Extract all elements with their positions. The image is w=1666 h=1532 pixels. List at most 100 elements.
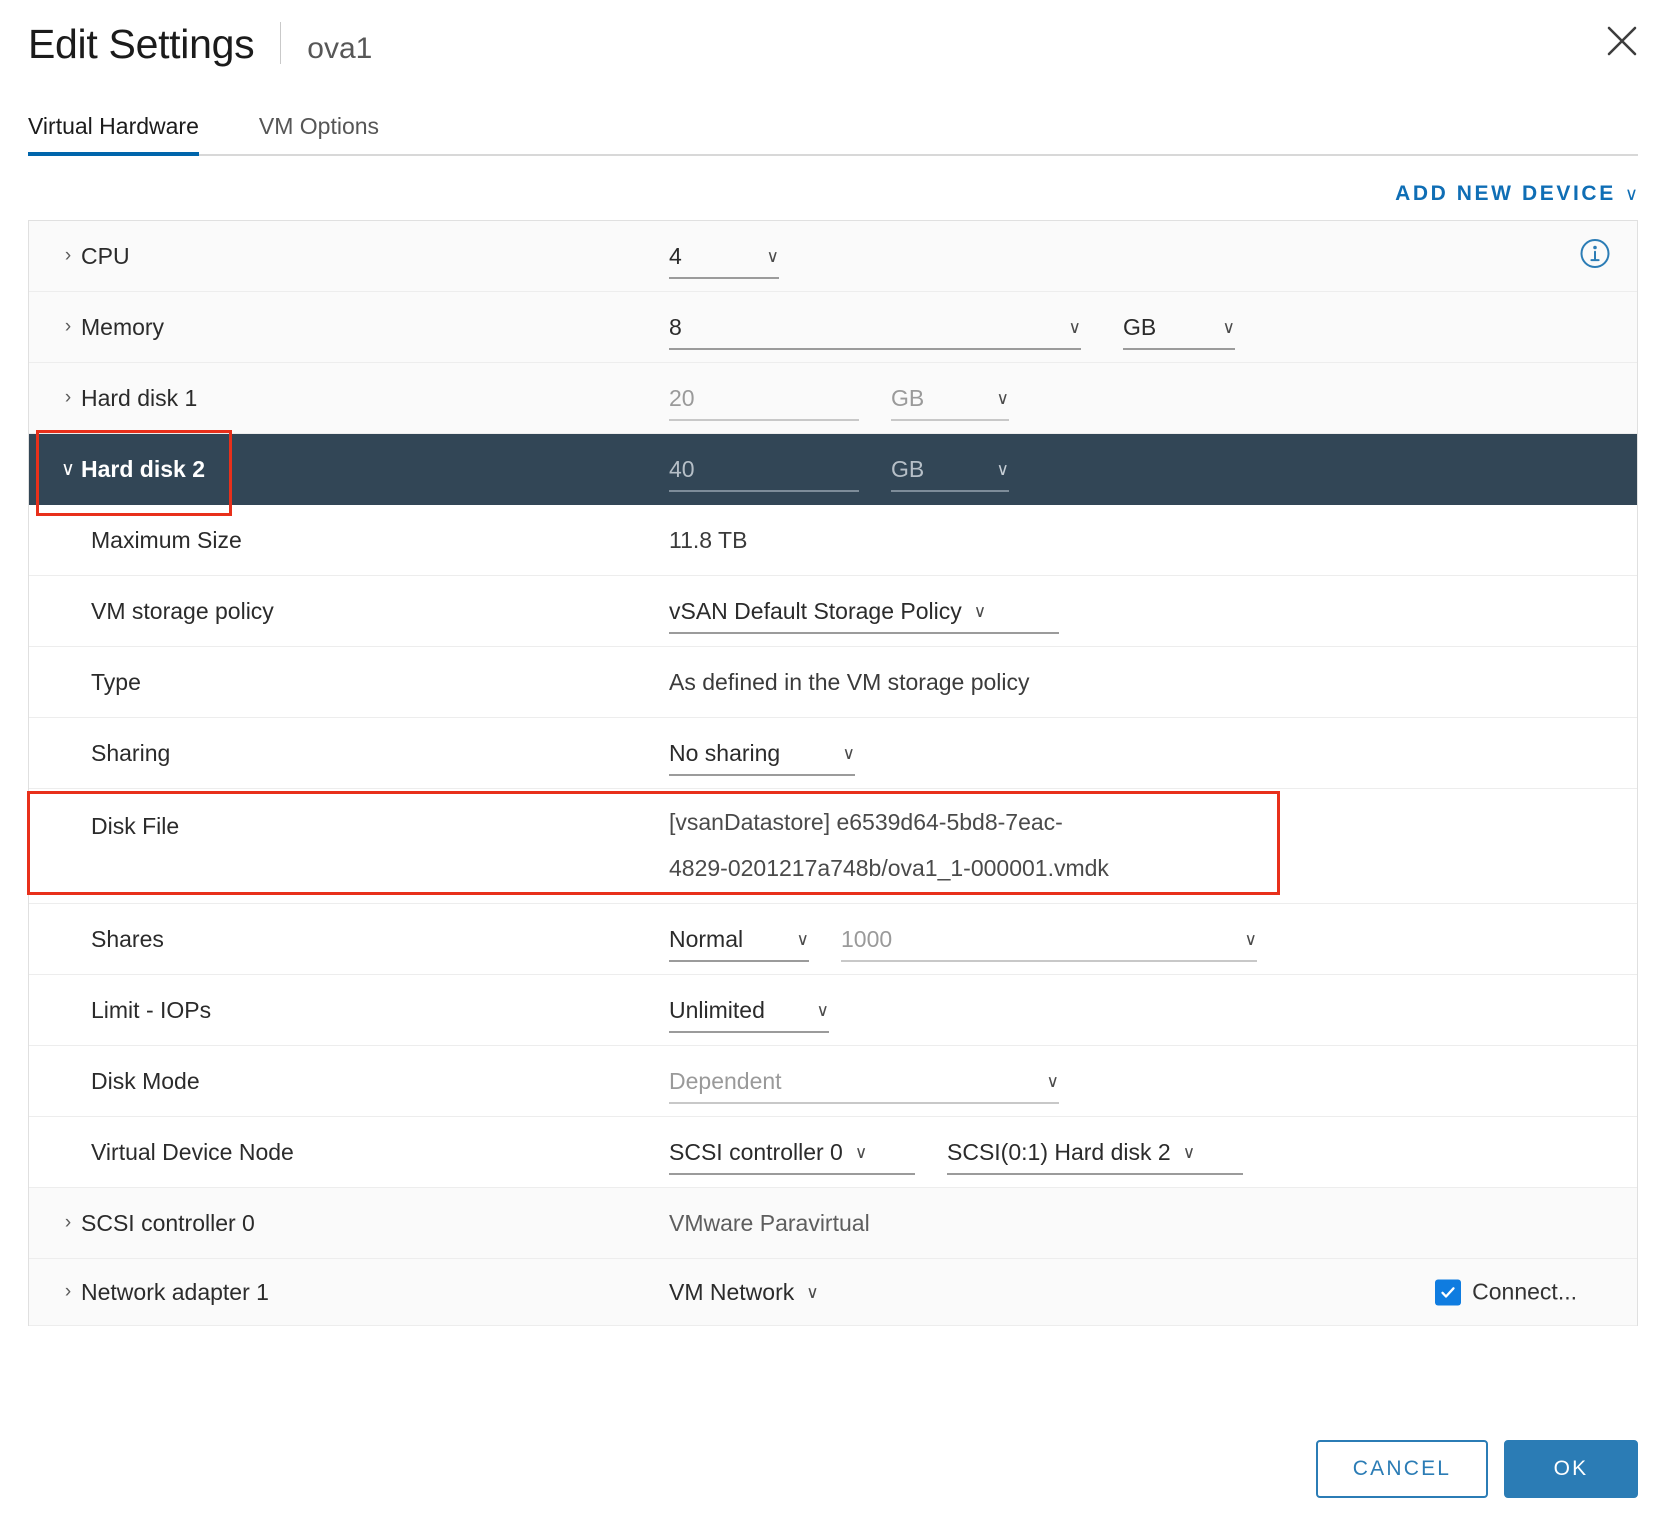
type-value: As defined in the VM storage policy: [669, 668, 1030, 695]
row-sharing: Sharing No sharing ∨: [29, 718, 1637, 789]
limit-iops-select[interactable]: Unlimited ∨: [669, 987, 829, 1033]
device-list: › CPU 4 ∨ › Memory 8 ∨ GB ∨ › Hard disk …: [28, 220, 1638, 1326]
row-vm-storage-policy-label: VM storage policy: [91, 597, 274, 624]
cancel-button[interactable]: CANCEL: [1316, 1440, 1488, 1498]
row-network-adapter-1[interactable]: › Network adapter 1 VM Network ∨ Connect…: [29, 1259, 1637, 1326]
tab-virtual-hardware[interactable]: Virtual Hardware: [28, 113, 199, 156]
row-virtual-device-node: Virtual Device Node SCSI controller 0 ∨ …: [29, 1117, 1637, 1188]
chevron-down-icon: ∨: [973, 601, 987, 621]
row-disk-file-value-cell: [vsanDatastore] e6539d64-5bd8-7eac- 4829…: [669, 789, 1637, 903]
tab-vm-options[interactable]: VM Options: [259, 113, 379, 154]
row-limit-iops: Limit - IOPs Unlimited ∨: [29, 975, 1637, 1046]
collapse-caret-icon[interactable]: ∨: [55, 458, 81, 481]
row-hard-disk-2[interactable]: ∨ Hard disk 2 40 GB ∨: [29, 434, 1637, 505]
hard-disk-1-unit-value: GB: [891, 384, 925, 411]
memory-unit-select[interactable]: GB ∨: [1123, 304, 1235, 350]
row-virtual-device-node-value-cell: SCSI controller 0 ∨ SCSI(0:1) Hard disk …: [669, 1117, 1637, 1187]
shares-amount-input[interactable]: 1000 ∨: [841, 916, 1257, 962]
vm-storage-policy-select[interactable]: vSAN Default Storage Policy ∨: [669, 588, 1059, 634]
chevron-down-icon: ∨: [854, 1142, 868, 1162]
ok-button[interactable]: OK: [1504, 1440, 1638, 1498]
row-scsi-controller-0[interactable]: › SCSI controller 0 VMware Paravirtual: [29, 1188, 1637, 1259]
chevron-down-icon: ∨: [1182, 1142, 1196, 1162]
disk-file-path-line-2: 4829-0201217a748b/ova1_1-000001.vmdk: [669, 855, 1109, 881]
connect-checkbox[interactable]: [1435, 1279, 1462, 1305]
virtual-device-node-select[interactable]: SCSI(0:1) Hard disk 2 ∨: [947, 1129, 1243, 1175]
row-vm-storage-policy-value-cell: vSAN Default Storage Policy ∨: [669, 576, 1637, 646]
chevron-down-icon: ∨: [1068, 317, 1081, 337]
row-memory-value-cell: 8 ∨ GB ∨: [669, 292, 1637, 362]
row-scsi-controller-0-label: SCSI controller 0: [81, 1209, 255, 1236]
add-device-row: ADD NEW DEVICE ∨: [28, 182, 1638, 206]
add-new-device-label: ADD NEW DEVICE: [1395, 182, 1616, 205]
disk-mode-select[interactable]: Dependent ∨: [669, 1058, 1059, 1104]
row-scsi-controller-0-label-cell: › SCSI controller 0: [29, 1188, 669, 1258]
hard-disk-2-unit-select[interactable]: GB ∨: [891, 446, 1009, 492]
row-memory-label: Memory: [81, 313, 165, 340]
row-cpu-value-cell: 4 ∨: [669, 221, 1637, 291]
row-disk-file-label: Disk File: [91, 813, 180, 839]
vm-name: ova1: [307, 32, 373, 65]
sharing-select[interactable]: No sharing ∨: [669, 730, 855, 776]
row-memory[interactable]: › Memory 8 ∨ GB ∨: [29, 292, 1637, 363]
row-hard-disk-2-label-cell: ∨ Hard disk 2: [29, 434, 669, 504]
row-limit-iops-label-cell: Limit - IOPs: [29, 975, 669, 1045]
tab-bar: Virtual Hardware VM Options: [28, 104, 1638, 156]
hard-disk-1-size-value: 20: [669, 384, 695, 411]
row-type-value-cell: As defined in the VM storage policy: [669, 647, 1637, 717]
chevron-down-icon: ∨: [1244, 929, 1257, 949]
row-disk-mode-label: Disk Mode: [91, 1067, 200, 1094]
add-new-device-button[interactable]: ADD NEW DEVICE ∨: [1395, 182, 1638, 206]
close-icon[interactable]: [1599, 18, 1645, 64]
chevron-down-icon: ∨: [996, 459, 1009, 479]
row-memory-label-cell: › Memory: [29, 292, 669, 362]
row-cpu-label-cell: › CPU: [29, 221, 669, 291]
cpu-count-select[interactable]: 4 ∨: [669, 233, 779, 279]
chevron-down-icon: ∨: [806, 1282, 819, 1302]
memory-size-input[interactable]: 8 ∨: [669, 304, 1081, 350]
row-sharing-label: Sharing: [91, 739, 171, 766]
chevron-down-icon: ∨: [816, 1000, 829, 1020]
row-maximum-size: Maximum Size 11.8 TB: [29, 505, 1637, 576]
check-icon: [1441, 1286, 1455, 1298]
virtual-device-controller-select[interactable]: SCSI controller 0 ∨: [669, 1129, 915, 1175]
row-hard-disk-1[interactable]: › Hard disk 1 20 GB ∨: [29, 363, 1637, 434]
network-select[interactable]: VM Network ∨: [669, 1269, 849, 1315]
hard-disk-1-size-input[interactable]: 20: [669, 375, 859, 421]
memory-unit-value: GB: [1123, 313, 1157, 340]
row-cpu[interactable]: › CPU 4 ∨: [29, 221, 1637, 292]
virtual-device-node-value: SCSI(0:1) Hard disk 2: [947, 1138, 1171, 1165]
expand-caret-icon[interactable]: ›: [55, 1212, 81, 1234]
row-disk-mode-value-cell: Dependent ∨: [669, 1046, 1637, 1116]
disk-file-path: [vsanDatastore] e6539d64-5bd8-7eac- 4829…: [669, 789, 1109, 903]
row-sharing-label-cell: Sharing: [29, 718, 669, 788]
shares-level-value: Normal: [669, 925, 744, 952]
row-scsi-controller-0-value-cell: VMware Paravirtual: [669, 1188, 1637, 1258]
chevron-down-icon: ∨: [1046, 1071, 1059, 1091]
dialog-footer: CANCEL OK: [1316, 1440, 1638, 1498]
expand-caret-icon[interactable]: ›: [55, 245, 81, 267]
dialog-header: Edit Settings ova1: [0, 0, 1666, 96]
expand-caret-icon[interactable]: ›: [55, 1281, 81, 1303]
hard-disk-1-unit-select[interactable]: GB ∨: [891, 375, 1009, 421]
connect-control: Connect...: [1435, 1279, 1577, 1306]
hard-disk-2-size-input[interactable]: 40: [669, 446, 859, 492]
row-hard-disk-1-label-cell: › Hard disk 1: [29, 363, 669, 433]
row-hard-disk-1-label: Hard disk 1: [81, 384, 198, 411]
row-shares-label-cell: Shares: [29, 904, 669, 974]
title-row: Edit Settings ova1: [28, 16, 1638, 66]
row-type-label: Type: [91, 668, 141, 695]
shares-level-select[interactable]: Normal ∨: [669, 916, 809, 962]
expand-caret-icon[interactable]: ›: [55, 387, 81, 409]
info-icon[interactable]: [1579, 238, 1611, 275]
connect-label: Connect...: [1472, 1278, 1577, 1305]
row-virtual-device-node-label-cell: Virtual Device Node: [29, 1117, 669, 1187]
virtual-device-controller-value: SCSI controller 0: [669, 1138, 843, 1165]
sharing-value: No sharing: [669, 739, 781, 766]
row-type: Type As defined in the VM storage policy: [29, 647, 1637, 718]
row-hard-disk-2-label: Hard disk 2: [81, 455, 205, 482]
vm-storage-policy-value: vSAN Default Storage Policy: [669, 597, 962, 624]
expand-caret-icon[interactable]: ›: [55, 316, 81, 338]
row-disk-file: Disk File [vsanDatastore] e6539d64-5bd8-…: [29, 789, 1637, 904]
row-shares: Shares Normal ∨ 1000 ∨: [29, 904, 1637, 975]
